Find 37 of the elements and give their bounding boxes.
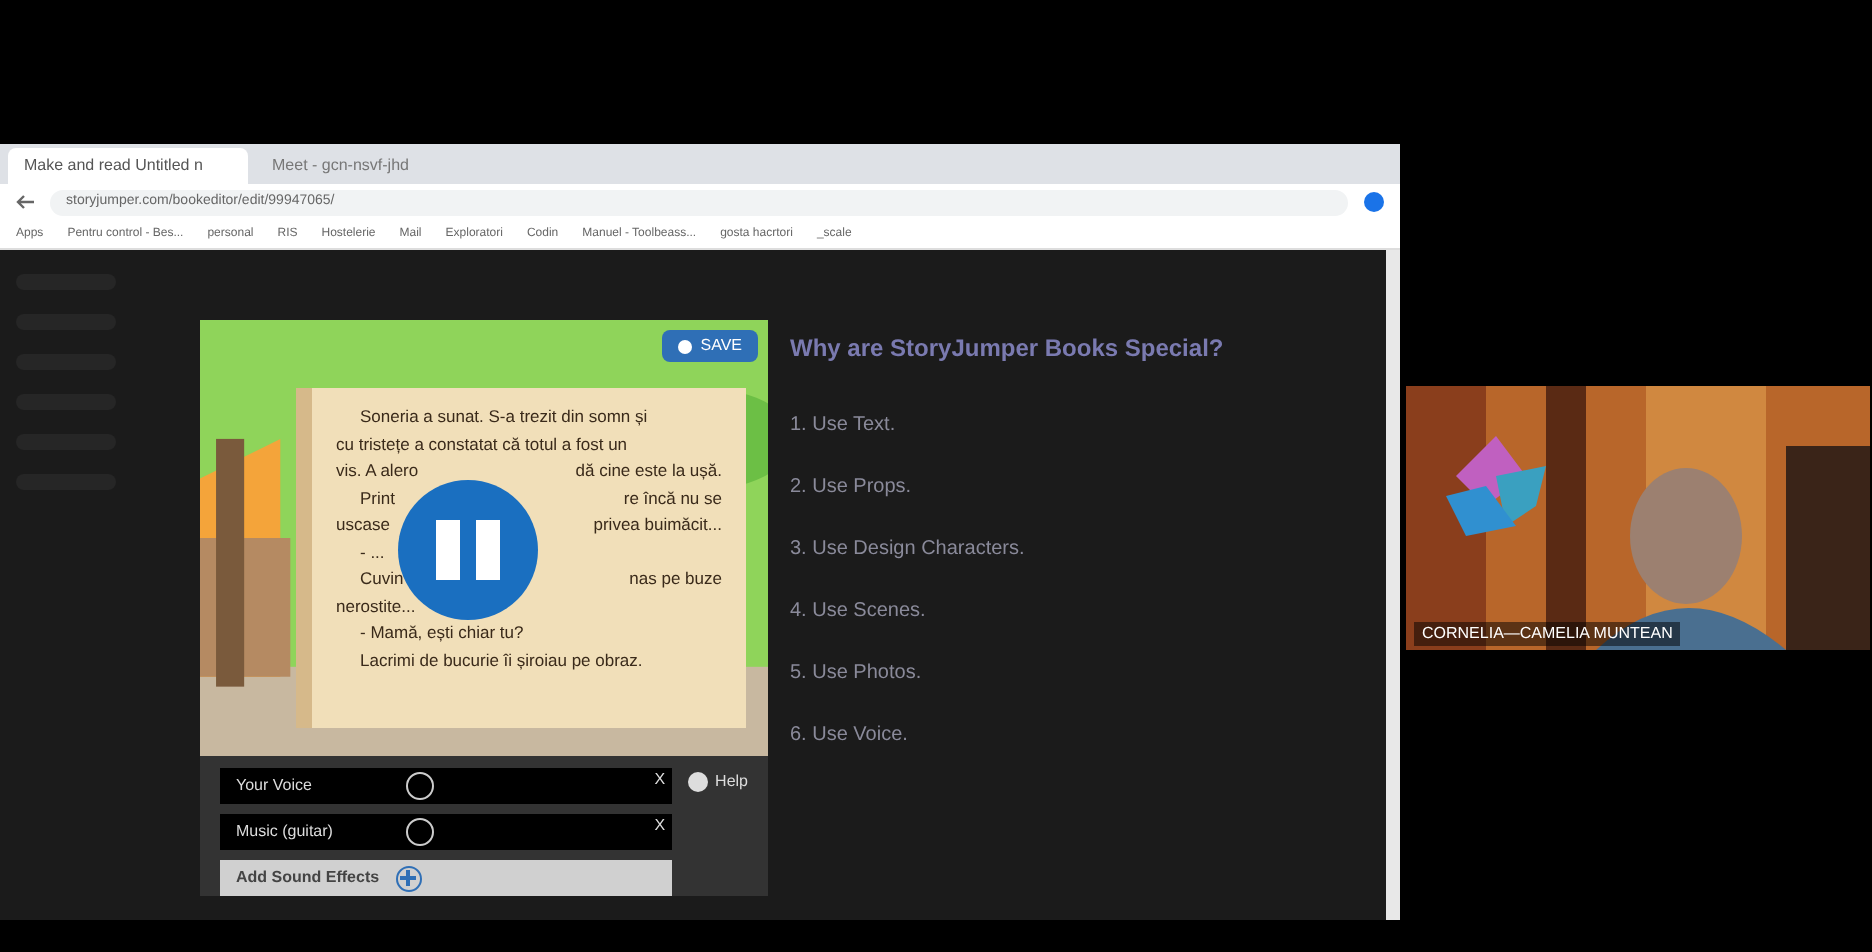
profile-avatar[interactable] bbox=[1364, 192, 1384, 212]
story-text: dă cine este la ușă. bbox=[575, 458, 722, 484]
story-text: nas pe buze bbox=[629, 566, 722, 592]
record-icon[interactable] bbox=[406, 818, 434, 846]
add-sound-button[interactable]: Add Sound Effects bbox=[220, 860, 672, 896]
record-icon[interactable] bbox=[406, 772, 434, 800]
story-text: Soneria a sunat. S-a trezit din somn și bbox=[360, 404, 648, 430]
story-text: uscase bbox=[336, 512, 390, 538]
track-label: Your Voice bbox=[236, 774, 314, 798]
story-text: - Mamă, ești chiar tu? bbox=[360, 620, 524, 646]
tip-item: 3. Use Design Characters. bbox=[790, 536, 1027, 564]
tips-heading: Why are StoryJumper Books Special? bbox=[790, 332, 1226, 366]
tip-item: 5. Use Photos. bbox=[790, 660, 924, 688]
story-text: re încă nu se bbox=[623, 485, 722, 511]
close-icon[interactable]: X bbox=[654, 814, 666, 838]
back-icon[interactable] bbox=[16, 194, 34, 210]
close-icon[interactable]: X bbox=[654, 768, 666, 792]
track-label: Music (guitar) bbox=[236, 820, 335, 844]
story-text: Cuvin bbox=[360, 566, 404, 592]
story-text: - ... bbox=[360, 539, 385, 565]
audio-track[interactable]: Music (guitar) X bbox=[220, 814, 672, 850]
tip-item: 6. Use Voice. bbox=[790, 722, 910, 750]
story-text: privea buimăcit... bbox=[593, 512, 722, 538]
help-button[interactable]: Help bbox=[687, 768, 748, 796]
browser-tab[interactable]: Make and read Untitled n bbox=[8, 148, 248, 184]
story-text: cu tristețe a constatat că totul a fost un bbox=[336, 431, 628, 458]
participant-name: CORNELIA—CAMELIA MUNTEAN bbox=[1414, 622, 1681, 646]
plus-icon bbox=[395, 865, 422, 891]
story-text: nerostite... bbox=[336, 593, 416, 619]
story-text: Print bbox=[360, 485, 395, 511]
tip-item: 1. Use Text. bbox=[790, 412, 898, 440]
story-text: Lacrimi de bucurie îi șiroiau pe obraz. bbox=[360, 647, 643, 674]
save-button[interactable]: SAVE bbox=[662, 330, 758, 362]
tip-item: 2. Use Props. bbox=[790, 474, 914, 502]
audio-track[interactable]: Your Voice X bbox=[220, 768, 672, 804]
tip-item: 4. Use Scenes. bbox=[790, 598, 928, 626]
story-text: vis. A alero bbox=[336, 458, 419, 484]
